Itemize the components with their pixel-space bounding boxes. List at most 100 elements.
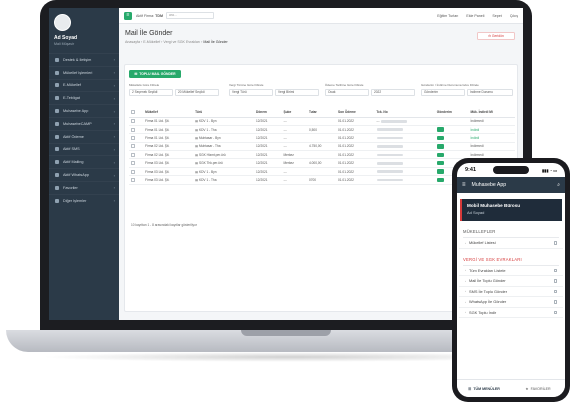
column-header[interactable]: Dönem bbox=[254, 108, 282, 118]
filter-select[interactable]: 20 Mükellef Seçildi bbox=[175, 89, 219, 96]
phone-menu-item[interactable]: › Mail İle Toplu Gönder bbox=[459, 276, 563, 287]
row-checkbox[interactable] bbox=[131, 152, 135, 157]
table-row[interactable]: Firma 01 Ltd. Şti. ▤ KDV 1 - Byn 12/2021 --… bbox=[129, 117, 515, 126]
cell-tck: --- bbox=[374, 117, 435, 126]
row-select-cell bbox=[129, 117, 144, 126]
table-row[interactable]: Firma 01 Ltd. Şti. ▤ KDV 1 - Tha 12/2021 --… bbox=[129, 125, 515, 135]
select-all-checkbox[interactable] bbox=[131, 110, 135, 115]
document-icon: ▤ bbox=[195, 177, 199, 182]
copy-icon[interactable] bbox=[553, 310, 557, 314]
send-button[interactable] bbox=[436, 152, 444, 157]
document-icon: ▤ bbox=[195, 144, 199, 149]
bulk-mail-button[interactable]: ✉ TOPLU MAIL GÖNDER bbox=[129, 70, 181, 78]
cell-indirdi: İndirdi bbox=[468, 133, 515, 143]
bullet-icon: › bbox=[465, 240, 466, 245]
row-checkbox[interactable] bbox=[131, 161, 135, 166]
cell-tutar: 4.750,00 bbox=[306, 142, 336, 152]
product-mockup: Ad Soyad Mali Müşavir Destek & İletişim ›… bbox=[0, 0, 575, 406]
cell-son-odeme: 01.01.2022 bbox=[336, 142, 375, 152]
grid-icon: ☰ bbox=[468, 386, 472, 391]
tab-all-menus[interactable]: ☰ TÜM MENÜLER bbox=[457, 380, 511, 397]
row-checkbox[interactable] bbox=[131, 169, 135, 174]
column-header[interactable]: Şube bbox=[281, 108, 307, 118]
copy-icon[interactable] bbox=[553, 241, 557, 245]
filter-select[interactable]: 2 Seçenek Seçildi bbox=[129, 89, 173, 96]
send-button[interactable] bbox=[436, 169, 444, 174]
cell-son-odeme: 01.01.2022 bbox=[336, 133, 375, 143]
cell-indirdi: İndirmedi bbox=[468, 117, 515, 126]
copy-icon[interactable] bbox=[553, 289, 557, 293]
cell-tutar bbox=[306, 167, 336, 177]
filter-select[interactable]: İndirme Durumu bbox=[467, 89, 513, 96]
cell-tur-text: KDV 1 - Byn bbox=[199, 119, 217, 124]
filter-select[interactable]: Vergi Türü bbox=[229, 89, 273, 96]
redacted-value bbox=[377, 162, 404, 165]
filter-select[interactable]: Vergi Birimi bbox=[275, 89, 319, 96]
phone-menu-item[interactable]: › Mükellef Listesi bbox=[459, 238, 563, 249]
row-select-cell bbox=[129, 167, 144, 177]
cell-son-odeme: 01.01.2022 bbox=[336, 125, 375, 135]
row-checkbox[interactable] bbox=[131, 144, 135, 149]
cell-tur-text: SGK Thk.per.ürü bbox=[199, 161, 223, 166]
cell-tur-text: SGK Hizmt.per.ürü bbox=[199, 152, 226, 157]
copy-icon[interactable] bbox=[553, 268, 557, 272]
filter-select[interactable]: 2022 bbox=[371, 89, 415, 96]
mail-icon: ✉ bbox=[134, 72, 138, 76]
bullet-icon: › bbox=[465, 278, 466, 283]
redacted-value bbox=[377, 170, 404, 173]
cell-son-odeme: 01.01.2022 bbox=[336, 158, 375, 168]
send-button[interactable] bbox=[436, 144, 444, 149]
document-icon: ▤ bbox=[195, 161, 199, 166]
row-checkbox[interactable] bbox=[131, 136, 135, 141]
cell-tur: ▤ Muhtasar - Tha bbox=[193, 142, 255, 152]
row-select-cell bbox=[129, 125, 144, 135]
phone-menu-item[interactable]: › Tüm Evrakları Listele bbox=[459, 266, 563, 276]
copy-icon[interactable] bbox=[553, 279, 557, 283]
phone-app-title: Muhasebe App bbox=[471, 182, 507, 188]
column-header[interactable]: Tutar bbox=[306, 108, 336, 118]
cell-tur: ▤ KDV 1 - Byn bbox=[193, 167, 255, 177]
tab-favorites[interactable]: ★ FAVORİLER bbox=[511, 380, 565, 397]
phone-menu-item[interactable]: › SGK Toplu İndir bbox=[459, 308, 563, 318]
cell-tck bbox=[374, 150, 435, 160]
table-row[interactable]: Firma 02 Ltd. Şti. ▤ SGK Hizmt.per.ürü 12/… bbox=[129, 150, 515, 160]
hamburger-icon[interactable]: ≡ bbox=[462, 182, 466, 188]
phone-user-name: Ad Soyad bbox=[467, 210, 485, 215]
copy-icon[interactable] bbox=[553, 300, 557, 304]
filter-select[interactable]: Ocak bbox=[325, 89, 369, 96]
filter-label: Ödeme Tarihine Göre Filtrele bbox=[325, 83, 364, 87]
column-header[interactable]: Türü bbox=[193, 108, 255, 118]
search-icon[interactable]: ⌕ bbox=[557, 182, 560, 188]
table-row[interactable]: Firma 01 Ltd. Şti. ▤ Muhtasar - Byn 12/202… bbox=[129, 133, 515, 143]
row-checkbox[interactable] bbox=[131, 178, 135, 182]
row-select-cell bbox=[129, 175, 144, 185]
send-button[interactable] bbox=[436, 177, 444, 183]
filter-select[interactable]: Gönderim bbox=[421, 89, 465, 96]
bulk-mail-label: TOPLU MAIL GÖNDER bbox=[139, 72, 176, 76]
cell-tur: ▤ KDV 1 - Tha bbox=[193, 125, 255, 135]
column-header[interactable]: Tck. No bbox=[374, 108, 435, 118]
phone-notch bbox=[493, 166, 529, 174]
tab-all-menus-label: TÜM MENÜLER bbox=[473, 386, 500, 391]
phone-time: 9:41 bbox=[465, 167, 477, 173]
send-button[interactable] bbox=[436, 135, 444, 141]
send-button[interactable] bbox=[436, 127, 444, 132]
phone-menu-item-label: Tüm Evrakları Listele bbox=[469, 267, 506, 273]
column-header[interactable]: Mükellef bbox=[143, 108, 194, 118]
document-icon: ▤ bbox=[195, 169, 199, 174]
table-row[interactable]: Firma 02 Ltd. Şti. ▤ Muhtasar - Tha 12/202… bbox=[129, 142, 515, 152]
column-header[interactable]: Gönderim bbox=[434, 108, 469, 118]
column-header[interactable]: Son Ödeme bbox=[336, 108, 375, 118]
row-checkbox[interactable] bbox=[131, 119, 135, 124]
office-name: Mobil Muhasebe Bürosu bbox=[467, 203, 521, 208]
phone-screen: 9:41 ▮▮▮ ◔ ▭ ≡ Muhasebe App ⌕ Mobil Muha… bbox=[457, 163, 565, 397]
column-header[interactable]: Mük. İndirdi Mi bbox=[468, 108, 515, 118]
send-button[interactable] bbox=[436, 160, 444, 166]
cell-tur-text: KDV 1 - Tha bbox=[199, 127, 217, 132]
row-checkbox[interactable] bbox=[131, 127, 135, 132]
cell-mukellef: Firma 03 Ltd. Şti. bbox=[143, 167, 194, 177]
phone-menu-item[interactable]: › SMS İle Toplu Gönder bbox=[459, 287, 563, 297]
cell-son-odeme: 01.01.2022 bbox=[336, 175, 375, 185]
phone-menu-item-label: SGK Toplu İndir bbox=[469, 309, 497, 315]
phone-menu-item[interactable]: › WhatsApp İle Gönder bbox=[459, 297, 563, 308]
